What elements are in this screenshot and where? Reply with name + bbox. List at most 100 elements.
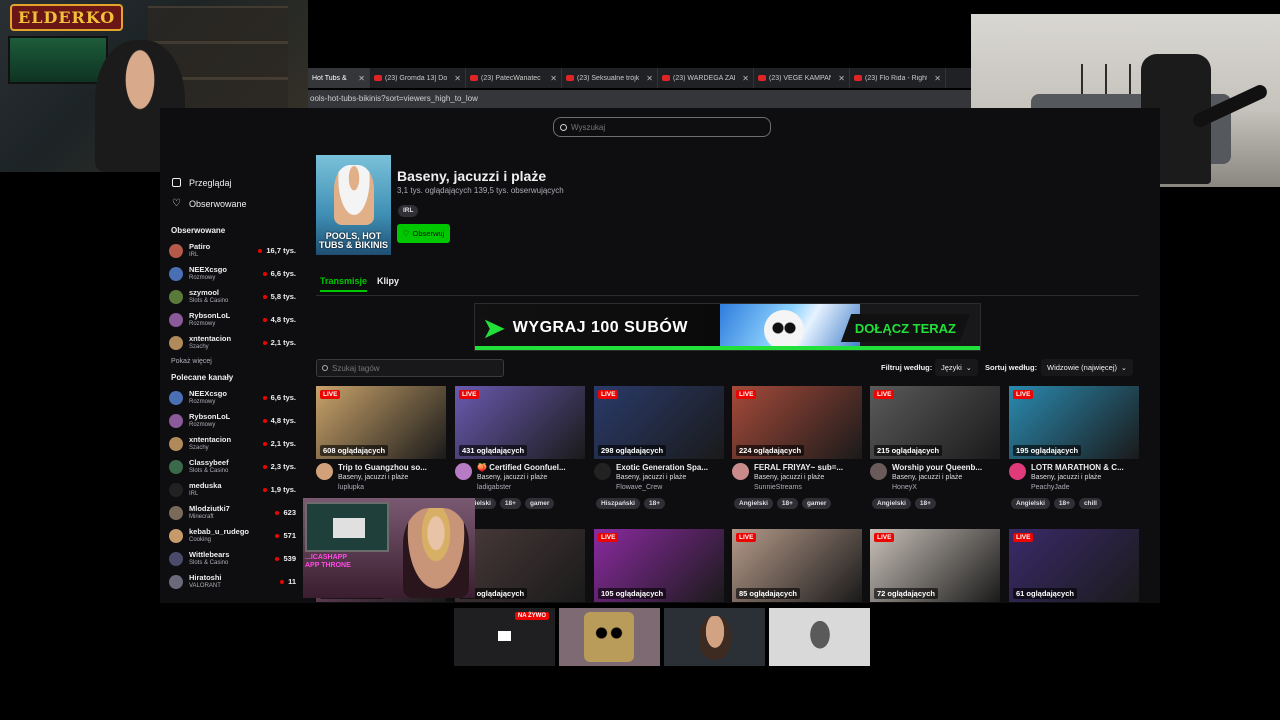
sidebar-channel[interactable]: RybsonLoL Rozmowy 4,8 tys. xyxy=(160,409,305,432)
avatar[interactable] xyxy=(870,463,887,480)
stream-title[interactable]: LOTR MARATHON & C... xyxy=(1031,463,1136,473)
search-input[interactable] xyxy=(571,122,751,132)
participant-tile-1[interactable] xyxy=(559,608,660,666)
ad-banner[interactable]: ➤ WYGRAJ 100 SUBÓW DOŁĄCZ TERAZ xyxy=(474,303,981,351)
browser-tab[interactable]: Hot Tubs & ✕ xyxy=(308,68,370,88)
stream-card[interactable]: LIVE 61 oglądających xyxy=(1009,529,1139,602)
stream-title[interactable]: Trip to Guangzhou so... xyxy=(338,463,443,473)
participant-tile-2[interactable] xyxy=(664,608,765,666)
stream-thumbnail[interactable]: LIVE 72 oglądających xyxy=(870,529,1000,602)
stream-category[interactable]: Baseny, jacuzzi i plaże xyxy=(1031,473,1136,483)
close-icon[interactable]: ✕ xyxy=(646,74,653,83)
sidebar-channel[interactable]: RybsonLoL Rozmowy 4,8 tys. xyxy=(160,308,305,331)
stream-thumbnail[interactable]: LIVE 298 oglądających xyxy=(594,386,724,459)
language-dropdown[interactable]: Języki ⌄ xyxy=(935,359,978,376)
sidebar-channel[interactable]: NEEXcsgo Rozmowy 6,6 tys. xyxy=(160,262,305,285)
stream-tag[interactable]: 18+ xyxy=(1053,498,1075,509)
browser-tab[interactable]: (23) Seksualne trójk ✕ xyxy=(562,68,658,88)
stream-thumbnail[interactable]: LIVE 215 oglądających xyxy=(870,386,1000,459)
stream-thumbnail[interactable]: LIVE 61 oglądających xyxy=(1009,529,1139,602)
browser-tab[interactable]: (23) VEGE KAMPANI ✕ xyxy=(754,68,850,88)
tag-search[interactable] xyxy=(316,359,504,377)
stream-card[interactable]: LIVE 298 oglądających Exotic Generation Sp… xyxy=(594,386,724,509)
search-bar[interactable] xyxy=(553,117,771,137)
streamer-name[interactable]: ladigabster xyxy=(477,483,582,493)
avatar[interactable] xyxy=(732,463,749,480)
browser-tab[interactable]: (23) Flo Rida - Right ✕ xyxy=(850,68,946,88)
close-icon[interactable]: ✕ xyxy=(934,74,941,83)
stream-category[interactable]: Baseny, jacuzzi i plaże xyxy=(616,473,721,483)
stream-category[interactable]: Baseny, jacuzzi i plaże xyxy=(754,473,859,483)
stream-card[interactable]: LIVE 224 oglądających FERAL FRIYAY~ sub=..… xyxy=(732,386,862,509)
sidebar-channel[interactable]: Mlodziutki7 Minecraft 623 xyxy=(160,501,305,524)
sidebar-channel[interactable]: xntentacion Szachy 2,1 tys. xyxy=(160,432,305,455)
category-tag[interactable]: IRL xyxy=(398,205,419,217)
stream-tag[interactable]: Hiszpański xyxy=(596,498,640,509)
stream-tag[interactable]: 18+ xyxy=(776,498,798,509)
stream-card[interactable]: LIVE 105 oglądających xyxy=(594,529,724,602)
sidebar-channel[interactable]: Wittlebears Slots & Casino 539 xyxy=(160,547,305,570)
stream-title[interactable]: 🍑 Certified Goonfuel... xyxy=(477,463,582,473)
sidebar-channel[interactable]: Hiratoshi VALORANT 11 xyxy=(160,570,305,593)
sidebar-channel[interactable]: Patiro IRL 16,7 tys. xyxy=(160,239,305,262)
stream-category[interactable]: Baseny, jacuzzi i plaże xyxy=(892,473,997,483)
stream-thumbnail[interactable]: LIVE 85 oglądających xyxy=(732,529,862,602)
close-icon[interactable]: ✕ xyxy=(454,74,461,83)
close-icon[interactable]: ✕ xyxy=(358,74,365,83)
stream-title[interactable]: Worship your Queenb... xyxy=(892,463,997,473)
browser-tab[interactable]: (23) WARDEGA ZARA ✕ xyxy=(658,68,754,88)
streamer-name[interactable]: luplupka xyxy=(338,483,443,493)
address-bar[interactable]: ools-hot-tubs-bikinis?sort=viewers_high_… xyxy=(308,90,971,108)
stream-title[interactable]: Exotic Generation Spa... xyxy=(616,463,721,473)
sidebar-channel[interactable]: meduska IRL 1,9 tys. xyxy=(160,478,305,501)
stream-card[interactable]: LIVE 215 oglądających Worship your Queenb.… xyxy=(870,386,1000,509)
close-icon[interactable]: ✕ xyxy=(838,74,845,83)
close-icon[interactable]: ✕ xyxy=(742,74,749,83)
stream-tag[interactable]: Angielski xyxy=(1011,498,1050,509)
stream-category[interactable]: Baseny, jacuzzi i plaże xyxy=(338,473,443,483)
sidebar-channel[interactable]: Classybeef Slots & Casino 2,3 tys. xyxy=(160,455,305,478)
stream-tag[interactable]: 18+ xyxy=(914,498,936,509)
streamer-name[interactable]: PeachyJade xyxy=(1031,483,1136,493)
sidebar-channel[interactable]: kebab_u_rudego Cooking 571 xyxy=(160,524,305,547)
follow-button[interactable]: ♡ Obserwuj xyxy=(397,224,450,243)
tab-streams[interactable]: Transmisje xyxy=(320,276,368,292)
stream-card[interactable]: LIVE 431 oglądających 🍑 Certified Goonfuel… xyxy=(455,386,585,509)
screen-share-tile[interactable]: NA ŻYWO xyxy=(454,608,555,666)
nav-browse[interactable]: Przeglądaj xyxy=(160,172,305,193)
banner-cta-button[interactable]: DOŁĄCZ TERAZ xyxy=(840,314,970,342)
stream-tag[interactable]: gamer xyxy=(801,498,832,509)
stream-thumbnail[interactable]: LIVE 224 oglądających xyxy=(732,386,862,459)
stream-tag[interactable]: 18+ xyxy=(643,498,665,509)
avatar[interactable] xyxy=(316,463,333,480)
stream-tag[interactable]: gamer xyxy=(524,498,555,509)
sidebar-channel[interactable]: NEEXcsgo Rozmowy 6,6 tys. xyxy=(160,386,305,409)
stream-thumbnail[interactable]: LIVE 431 oglądających xyxy=(455,386,585,459)
stream-tag[interactable]: Angielski xyxy=(872,498,911,509)
stream-tag[interactable]: Angielski xyxy=(734,498,773,509)
streamer-name[interactable]: Flowave_Crew xyxy=(616,483,721,493)
browser-tab[interactable]: (23) PatecWariatec - ✕ xyxy=(466,68,562,88)
stream-thumbnail[interactable]: LIVE 195 oglądających xyxy=(1009,386,1139,459)
stream-title[interactable]: FERAL FRIYAY~ sub=... xyxy=(754,463,859,473)
stream-card[interactable]: LIVE 72 oglądających xyxy=(870,529,1000,602)
stream-tag[interactable]: 18+ xyxy=(499,498,521,509)
browser-tab[interactable]: (23) Gromda 13] Don ✕ xyxy=(370,68,466,88)
stream-thumbnail[interactable]: LIVE 105 oglądających xyxy=(594,529,724,602)
streamer-name[interactable]: HoneyX xyxy=(892,483,997,493)
nav-following[interactable]: ♡ Obserwowane xyxy=(160,193,305,214)
avatar[interactable] xyxy=(1009,463,1026,480)
tag-search-input[interactable] xyxy=(332,363,502,373)
participant-tile-3[interactable] xyxy=(769,608,870,666)
sidebar-channel[interactable]: szymool Slots & Casino 5,8 tys. xyxy=(160,285,305,308)
tab-clips[interactable]: Klipy xyxy=(377,276,399,292)
avatar[interactable] xyxy=(594,463,611,480)
stream-card[interactable]: LIVE 85 oglądających xyxy=(732,529,862,602)
close-icon[interactable]: ✕ xyxy=(550,74,557,83)
streamer-name[interactable]: SunnieStreams xyxy=(754,483,859,493)
avatar[interactable] xyxy=(455,463,472,480)
stream-tag[interactable]: chill xyxy=(1078,498,1102,509)
show-more-link[interactable]: Pokaż więcej xyxy=(160,354,305,369)
sidebar-channel[interactable]: xntentacion Szachy 2,1 tys. xyxy=(160,331,305,354)
stream-thumbnail[interactable]: LIVE 608 oglądających xyxy=(316,386,446,459)
